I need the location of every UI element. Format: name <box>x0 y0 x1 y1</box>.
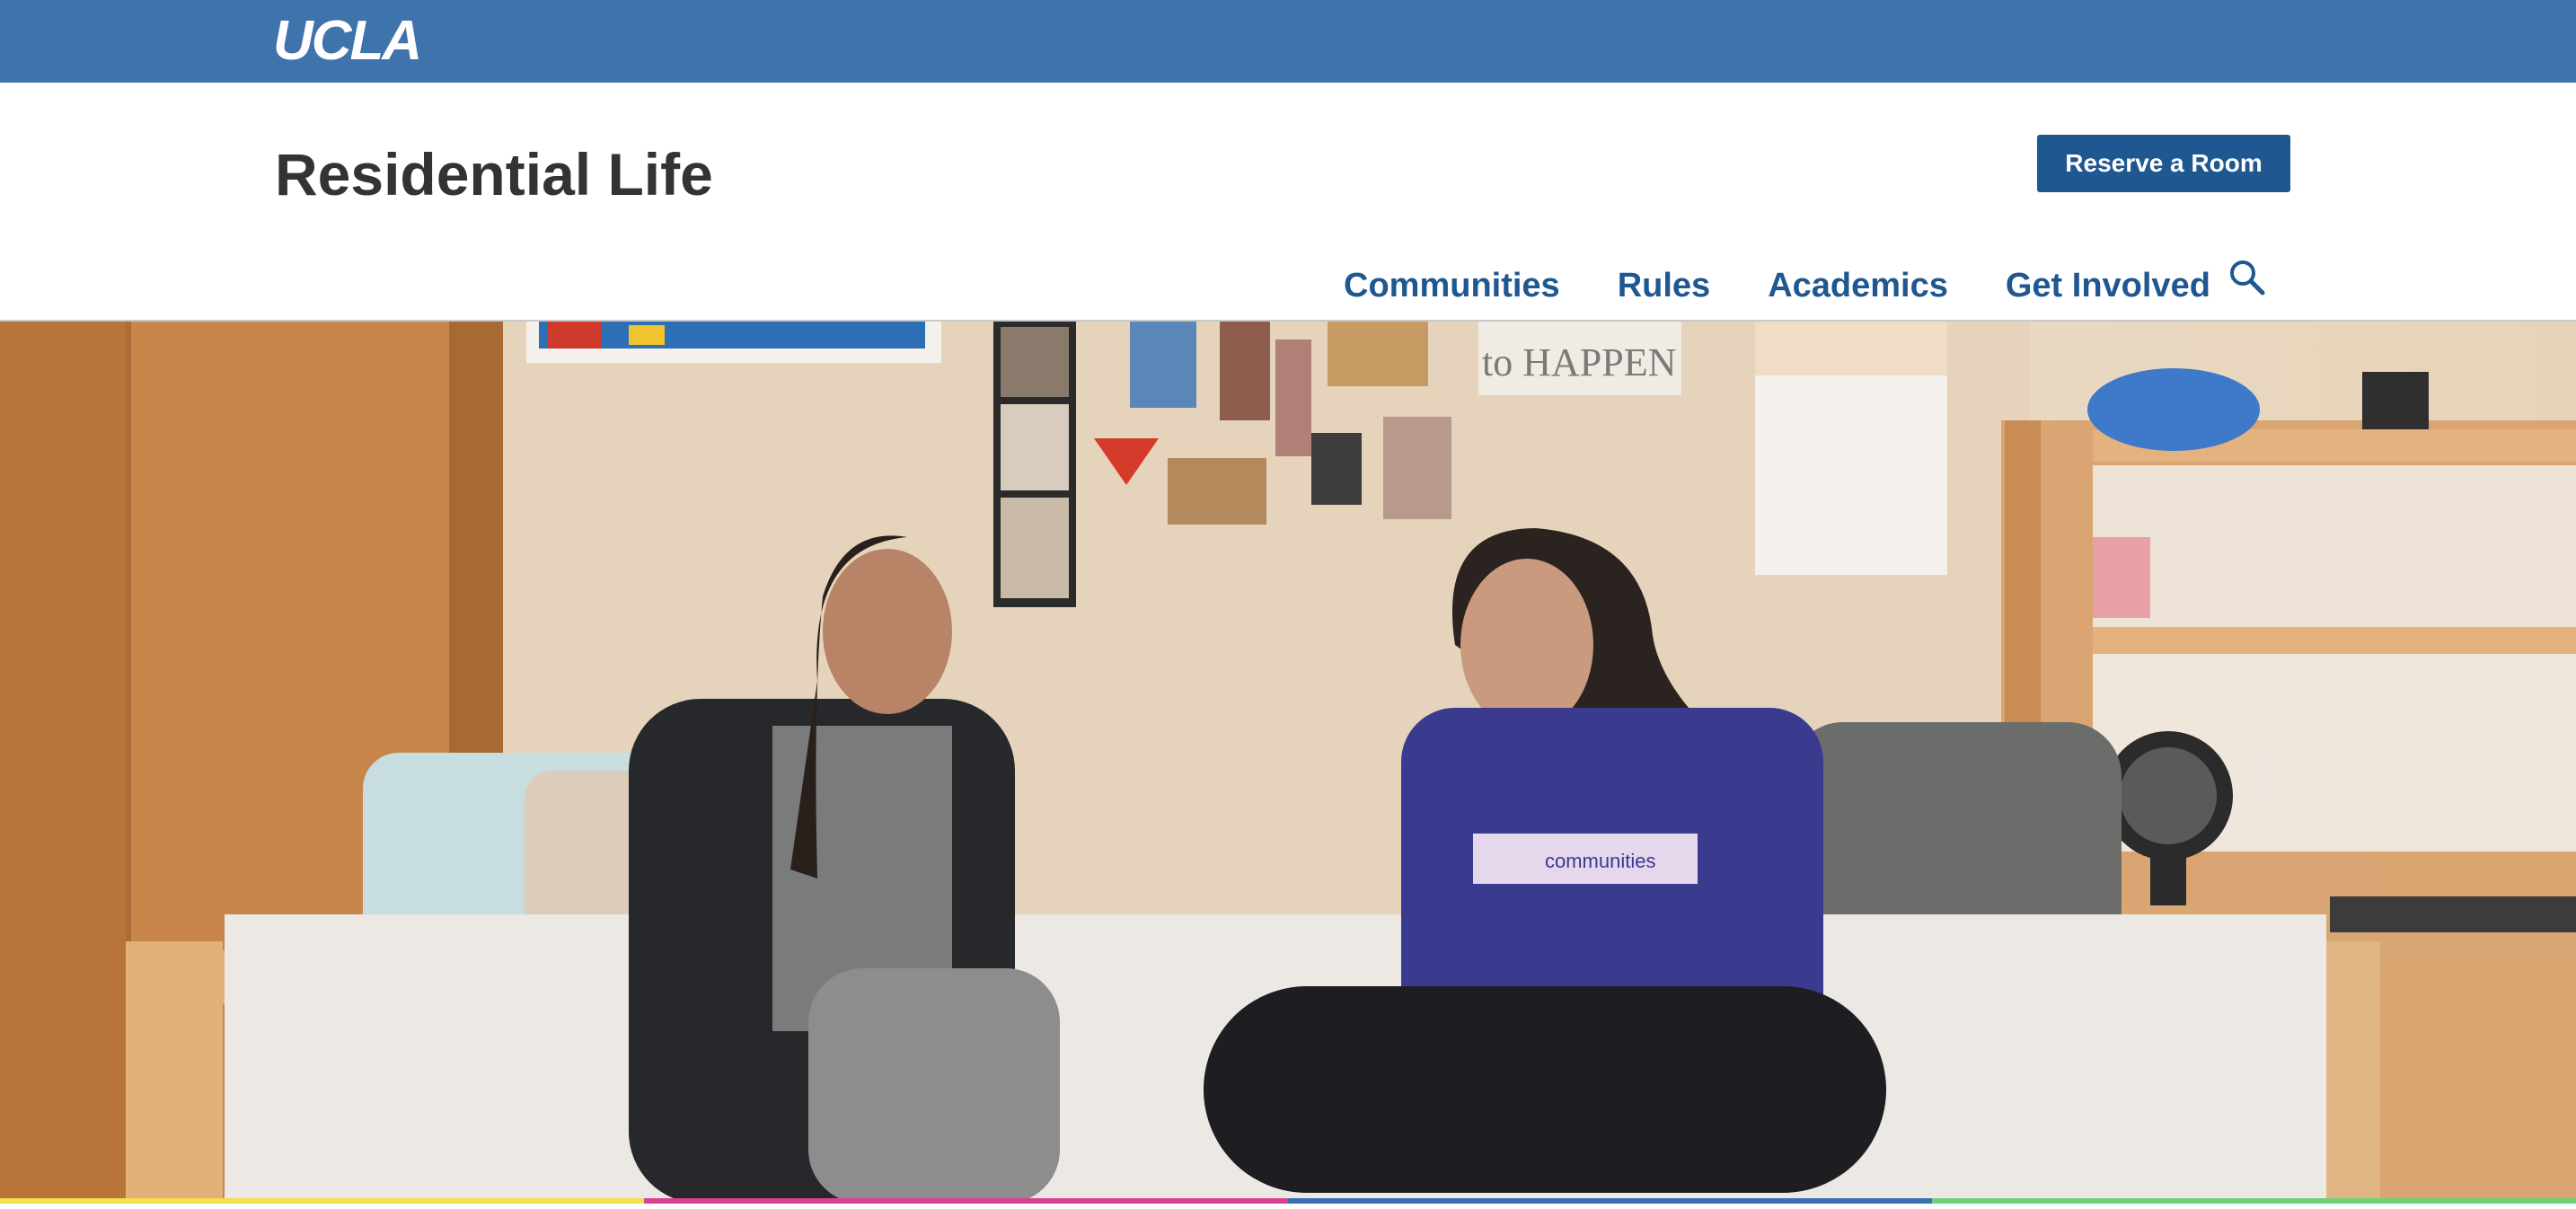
site-header: Residential Life Reserve a Room Communit… <box>0 83 2576 322</box>
shirt-text: communities <box>1545 850 1655 872</box>
site-title[interactable]: Residential Life <box>275 138 713 210</box>
color-strip <box>0 1198 2576 1204</box>
reserve-room-button[interactable]: Reserve a Room <box>2037 135 2290 192</box>
nav-item-rules[interactable]: Rules <box>1618 264 1710 307</box>
ucla-topbar: UCLA <box>0 0 2576 83</box>
nav-item-communities[interactable]: Communities <box>1344 264 1560 307</box>
mug-text: UCLA <box>2254 754 2277 807</box>
search-icon[interactable] <box>2226 256 2267 297</box>
main-nav: Communities Rules Academics Get Involved <box>1344 259 2268 313</box>
poster-text: to HAPPEN <box>1482 340 1676 384</box>
ucla-logo[interactable]: UCLA <box>273 9 422 74</box>
hero-image: communities UCLA to HAPPEN <box>0 322 2576 1204</box>
nav-item-academics[interactable]: Academics <box>1768 264 1948 307</box>
dorm-room-photo: communities UCLA to HAPPEN <box>0 322 2576 1204</box>
nav-item-get-involved[interactable]: Get Involved <box>2006 264 2210 307</box>
